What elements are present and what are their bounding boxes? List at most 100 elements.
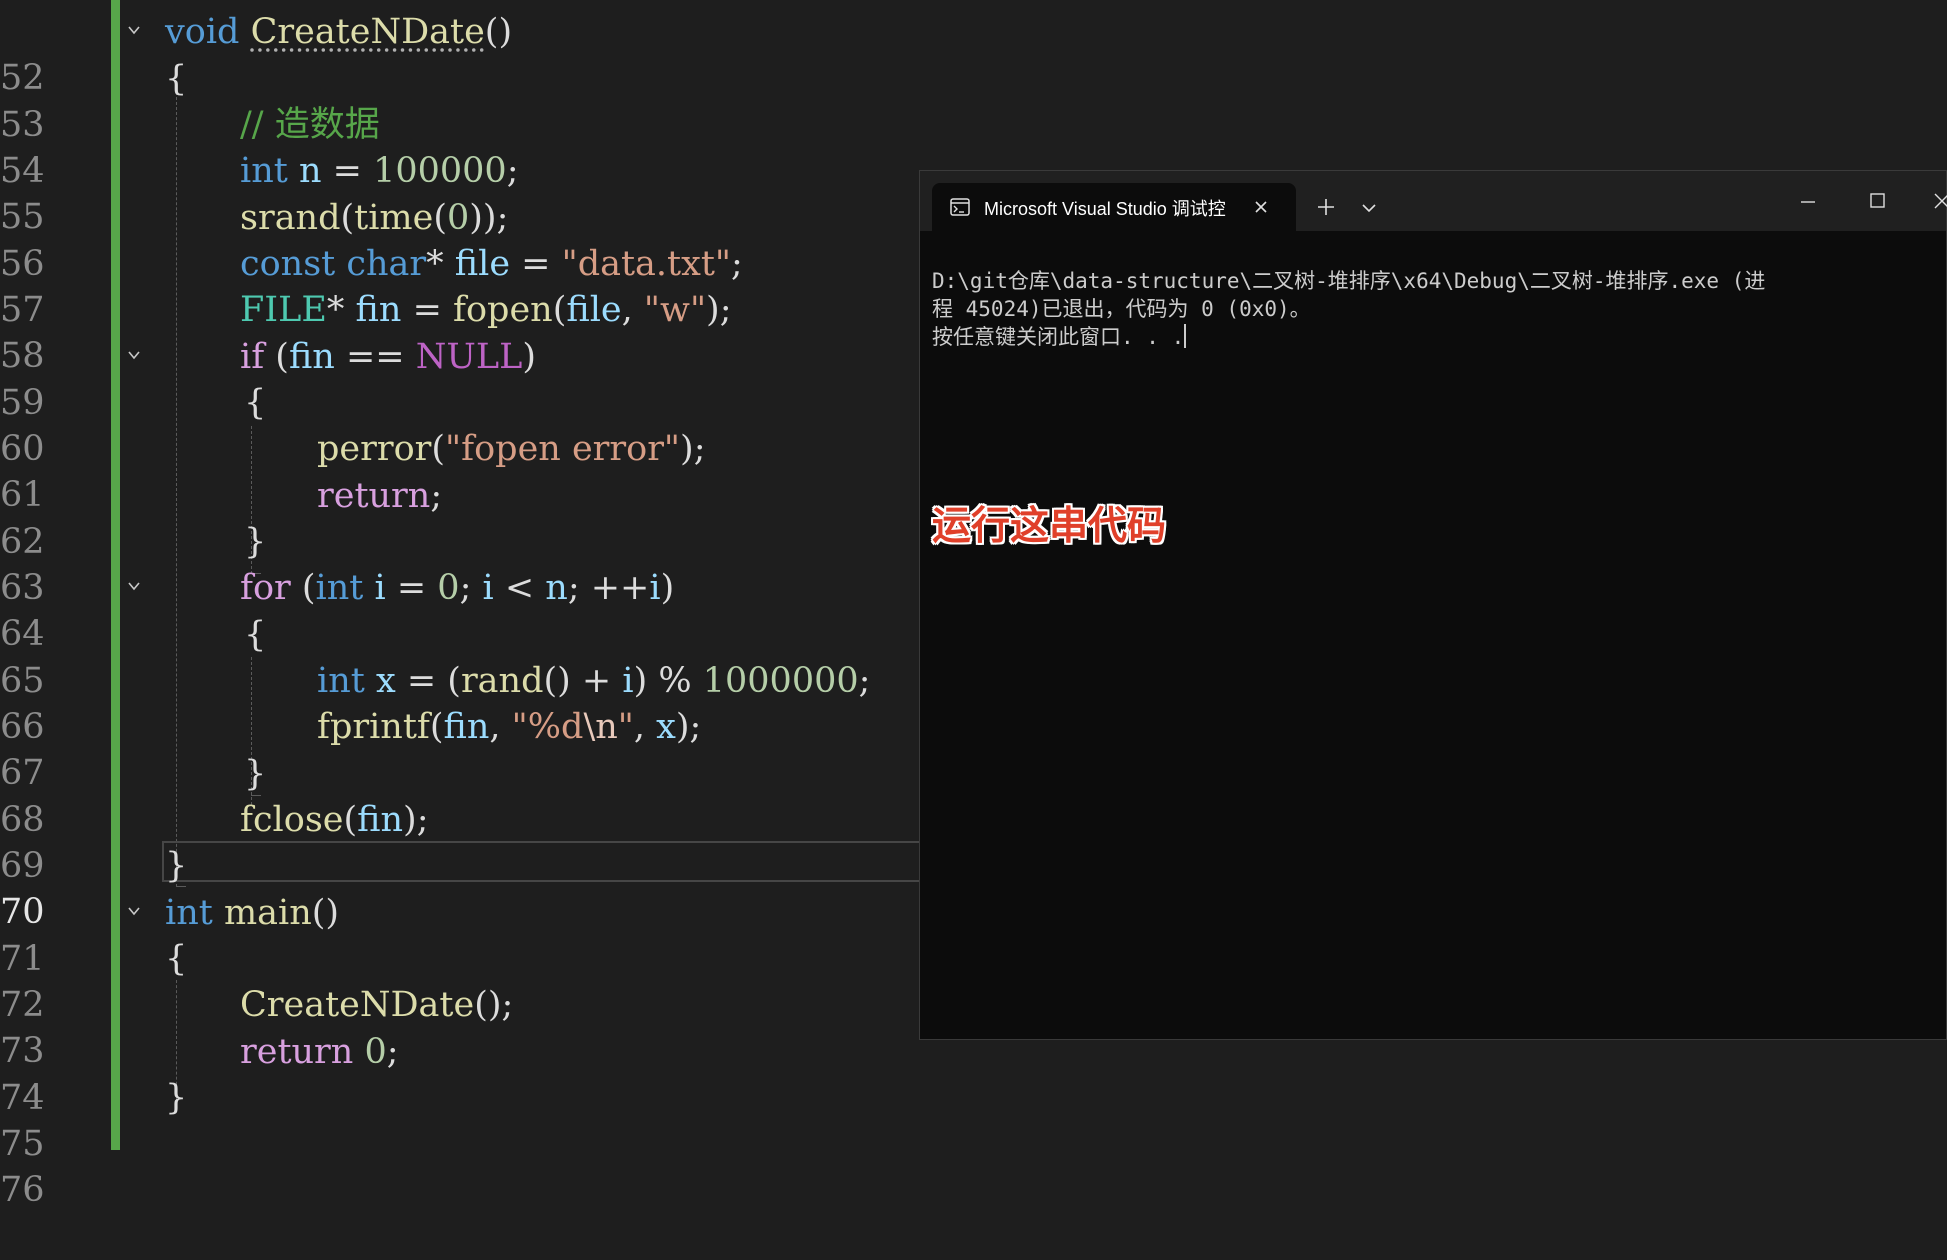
code-line[interactable]: 53 {: [0, 56, 1947, 145]
token-type: FILE: [240, 290, 327, 330]
code-line[interactable]: 52 void CreateNDate(): [0, 9, 1947, 98]
token-punct: (: [340, 198, 355, 238]
console-line: 按任意键关闭此窗口. . .: [932, 323, 1942, 351]
tab-title: Microsoft Visual Studio 调试控: [984, 199, 1226, 219]
token-punct: );: [680, 429, 706, 469]
token-number: 0: [447, 198, 470, 238]
token-number: 100000: [373, 151, 507, 191]
token-punct: );: [675, 707, 702, 747]
new-tab-icon[interactable]: [1313, 194, 1339, 220]
token-function: main: [223, 893, 312, 933]
token-keyword: int: [240, 151, 288, 191]
debug-console-window[interactable]: Microsoft Visual Studio 调试控 D:\git仓库\dat…: [919, 170, 1947, 1040]
token-string: "%d: [511, 707, 584, 747]
console-line: D:\git仓库\data-structure\二叉树-堆排序\x64\Debu…: [932, 269, 1766, 293]
fold-chevron-icon[interactable]: [128, 580, 140, 592]
token-control: for: [240, 568, 291, 608]
token-punct: ;: [459, 568, 483, 608]
token-punct: () +: [543, 661, 623, 701]
console-line: 程 45024)已退出，代码为 0 (0x0)。: [932, 297, 1311, 321]
token-punct: ,: [621, 290, 644, 330]
token-macro: NULL: [415, 337, 523, 377]
token-punct: (: [433, 198, 447, 238]
token-keyword: int: [317, 661, 365, 701]
token-variable: fin: [288, 337, 335, 377]
token-number: 0: [364, 1032, 387, 1072]
token-punct: (: [264, 337, 289, 377]
token-brace: {: [165, 59, 188, 99]
token-punct: ();: [474, 985, 514, 1025]
token-brace: }: [244, 754, 267, 794]
token-variable: i: [649, 568, 661, 608]
token-variable: file: [454, 244, 511, 284]
token-operator: *: [326, 290, 356, 330]
token-function: fclose: [240, 800, 344, 840]
token-punct: (: [343, 800, 358, 840]
token-string: ": [617, 707, 634, 747]
chevron-down-icon[interactable]: [1358, 197, 1380, 219]
token-punct: ;: [731, 244, 743, 284]
token-variable: i: [374, 568, 386, 608]
token-brace: }: [244, 522, 267, 562]
minimize-icon[interactable]: [1793, 192, 1823, 212]
token-function: fopen: [453, 290, 553, 330]
token-function: CreateNDate: [250, 12, 485, 52]
title-bar[interactable]: Microsoft Visual Studio 调试控: [920, 171, 1947, 231]
token-variable: x: [656, 707, 676, 747]
token-keyword: int: [165, 893, 213, 933]
token-variable: i: [482, 568, 494, 608]
token-variable: n: [298, 151, 322, 191]
token-punct: (: [429, 707, 444, 747]
token-brace: {: [165, 939, 188, 979]
token-function: CreateNDate: [240, 985, 475, 1025]
code-line[interactable]: 54 // 造数据: [0, 102, 1947, 191]
token-variable: fin: [443, 707, 490, 747]
token-variable: i: [622, 661, 634, 701]
code-line[interactable]: 75 }: [0, 1075, 1947, 1164]
token-variable: n: [545, 568, 568, 608]
console-output[interactable]: D:\git仓库\data-structure\二叉树-堆排序\x64\Debu…: [932, 267, 1942, 351]
token-escape: \n: [583, 707, 618, 747]
token-brace: {: [244, 615, 267, 655]
fold-chevron-icon[interactable]: [128, 905, 140, 917]
token-punct: ,: [633, 707, 657, 747]
token-control: return: [317, 476, 431, 516]
fold-chevron-icon[interactable]: [128, 349, 140, 361]
token-operator: =: [401, 290, 454, 330]
maximize-icon[interactable]: [1862, 190, 1892, 212]
token-brace: }: [165, 846, 188, 886]
token-operator: ==: [334, 337, 416, 377]
token-operator: <: [493, 568, 546, 608]
code-line[interactable]: 76: [0, 1121, 1947, 1210]
token-variable: file: [566, 290, 622, 330]
token-punct: (: [290, 568, 316, 608]
token-operator: =: [385, 568, 438, 608]
token-punct: ));: [469, 198, 509, 238]
token-function: fprintf: [317, 707, 430, 747]
token-punct: ): [660, 568, 675, 608]
token-control: return: [240, 1032, 354, 1072]
token-operator: ++: [590, 568, 650, 608]
token-punct: );: [706, 290, 732, 330]
fold-chevron-icon[interactable]: [128, 24, 140, 36]
annotation-label: 运行这串代码: [932, 504, 1167, 549]
terminal-icon: [950, 198, 970, 216]
token-function: time: [354, 198, 434, 238]
token-keyword: void: [165, 12, 240, 52]
token-punct: (: [552, 290, 567, 330]
token-string: "data.txt": [561, 244, 732, 284]
token-punct: ;: [386, 1032, 399, 1072]
token-punct: ): [522, 337, 536, 377]
console-tab[interactable]: Microsoft Visual Studio 调试控: [932, 183, 1296, 231]
token-operator: = (: [395, 661, 461, 701]
token-punct: ;: [506, 151, 519, 191]
token-keyword: char: [346, 244, 427, 284]
token-function: perror: [317, 429, 432, 469]
token-function: srand: [240, 198, 341, 238]
token-variable: fin: [357, 800, 404, 840]
close-window-icon[interactable]: [1928, 190, 1947, 212]
close-tab-icon[interactable]: [1250, 196, 1272, 218]
token-punct: ;: [430, 476, 443, 516]
token-punct: (): [311, 893, 340, 933]
token-comment: // 造数据: [240, 105, 380, 145]
